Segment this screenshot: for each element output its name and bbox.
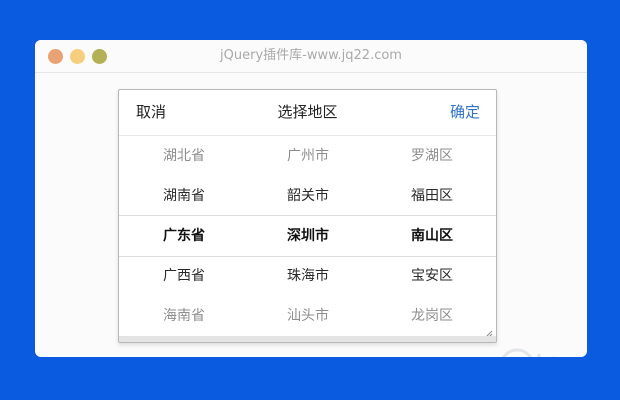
resize-grip-icon[interactable] <box>483 324 493 339</box>
picker-header: 选择地区 取消 确定 <box>119 90 496 136</box>
window-titlebar: jQuery插件库-www.jq22.com <box>35 40 587 73</box>
province-option[interactable]: 湖北省 <box>124 136 244 176</box>
picker-wheel[interactable]: 湖北省 广州市 罗湖区 湖南省 韶关市 福田区 广东省 深圳市 南山区 广西省 … <box>119 136 496 336</box>
jquery-logo-watermark-icon <box>501 348 555 357</box>
picker-bottom-bar <box>119 336 496 342</box>
picker-row[interactable]: 广西省 珠海市 宝安区 <box>119 256 496 296</box>
cancel-button[interactable]: 取消 <box>136 90 166 135</box>
district-option[interactable]: 宝安区 <box>372 256 492 296</box>
picker-row[interactable]: 湖南省 韶关市 福田区 <box>119 176 496 216</box>
district-option[interactable]: 龙岗区 <box>372 296 492 336</box>
district-option[interactable]: 福田区 <box>372 176 492 216</box>
province-option[interactable]: 湖南省 <box>124 176 244 216</box>
city-option[interactable]: 韶关市 <box>248 176 368 216</box>
city-option[interactable]: 广州市 <box>248 136 368 176</box>
district-option[interactable]: 罗湖区 <box>372 136 492 176</box>
confirm-button[interactable]: 确定 <box>450 90 480 135</box>
window-title: jQuery插件库-www.jq22.com <box>220 48 402 63</box>
picker-title: 选择地区 <box>277 103 338 121</box>
picker-row[interactable]: 湖北省 广州市 罗湖区 <box>119 136 496 176</box>
picker-row[interactable]: 海南省 汕头市 龙岗区 <box>119 296 496 336</box>
region-picker: 选择地区 取消 确定 湖北省 广州市 罗湖区 湖南省 韶关市 福田区 广东省 深… <box>118 89 497 343</box>
province-option[interactable]: 广西省 <box>124 256 244 296</box>
selected-city[interactable]: 深圳市 <box>248 216 368 256</box>
browser-window: jQuery插件库-www.jq22.com 选择地区 取消 确定 湖北省 广州… <box>35 40 587 357</box>
city-option[interactable]: 汕头市 <box>248 296 368 336</box>
province-option[interactable]: 海南省 <box>124 296 244 336</box>
picker-row-selected[interactable]: 广东省 深圳市 南山区 <box>119 215 496 257</box>
city-option[interactable]: 珠海市 <box>248 256 368 296</box>
selected-province[interactable]: 广东省 <box>124 216 244 256</box>
selected-district[interactable]: 南山区 <box>372 216 492 256</box>
